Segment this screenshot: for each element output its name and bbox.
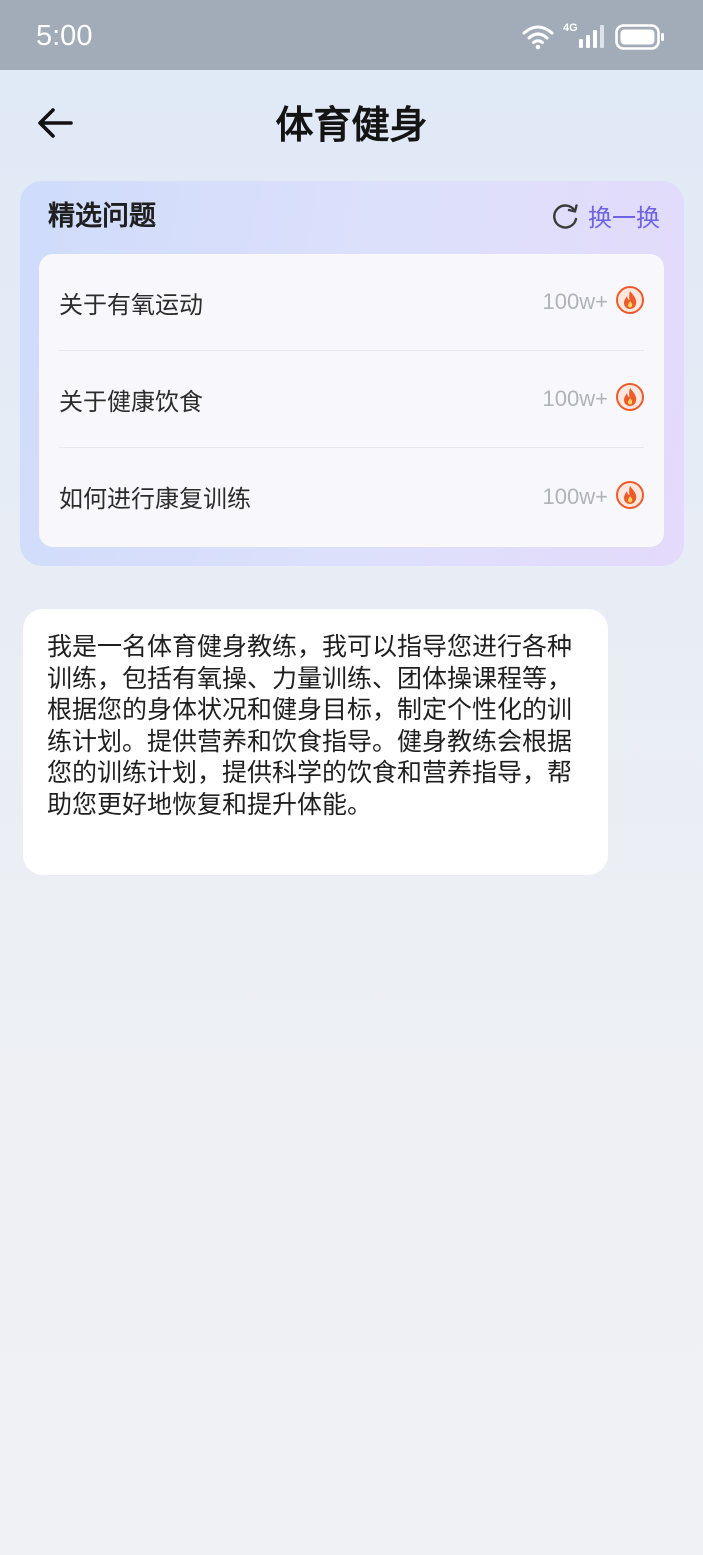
fire-icon — [616, 480, 644, 513]
status-time: 5:00 — [36, 20, 93, 52]
question-item[interactable]: 关于健康饮食 100w+ — [59, 351, 644, 448]
question-item[interactable]: 如何进行康复训练 100w+ — [59, 448, 644, 545]
refresh-button[interactable]: 换一换 — [552, 199, 660, 237]
refresh-icon — [552, 202, 580, 234]
featured-questions-card: 精选问题 换一换 关于有氧运动 100w+ 关于健康饮食 100w+ 如何进行康… — [20, 181, 684, 566]
fire-icon — [616, 383, 644, 415]
question-count: 100w+ — [542, 289, 608, 314]
status-icons: 4G — [521, 22, 665, 52]
intro-message-bubble: 我是一名体育健身教练，我可以指导您进行各种训练，包括有氧操、力量训练、团体操课程… — [23, 609, 608, 875]
question-meta: 100w+ — [543, 286, 644, 318]
question-meta: 100w+ — [542, 480, 644, 513]
battery-icon — [615, 24, 665, 50]
header: 体育健身 — [0, 70, 703, 180]
status-bar: 5:00 4G — [0, 0, 703, 70]
question-count: 100w+ — [542, 483, 608, 509]
refresh-label: 换一换 — [588, 204, 660, 232]
page-title: 体育健身 — [275, 103, 428, 147]
question-list: 关于有氧运动 100w+ 关于健康饮食 100w+ 如何进行康复训练 100w+ — [39, 254, 664, 547]
featured-title: 精选问题 — [48, 201, 156, 232]
question-label: 如何进行康复训练 — [59, 485, 251, 513]
fire-icon — [616, 286, 644, 318]
question-label: 关于健康饮食 — [59, 387, 203, 416]
question-meta: 100w+ — [543, 383, 644, 415]
intro-text: 我是一名体育健身教练，我可以指导您进行各种训练，包括有氧操、力量训练、团体操课程… — [47, 632, 573, 819]
wifi-icon — [521, 24, 555, 50]
signal-icon: 4G — [563, 22, 607, 50]
question-item[interactable]: 关于有氧运动 100w+ — [59, 254, 644, 351]
question-label: 关于有氧运动 — [59, 290, 203, 319]
question-count: 100w+ — [542, 386, 608, 411]
